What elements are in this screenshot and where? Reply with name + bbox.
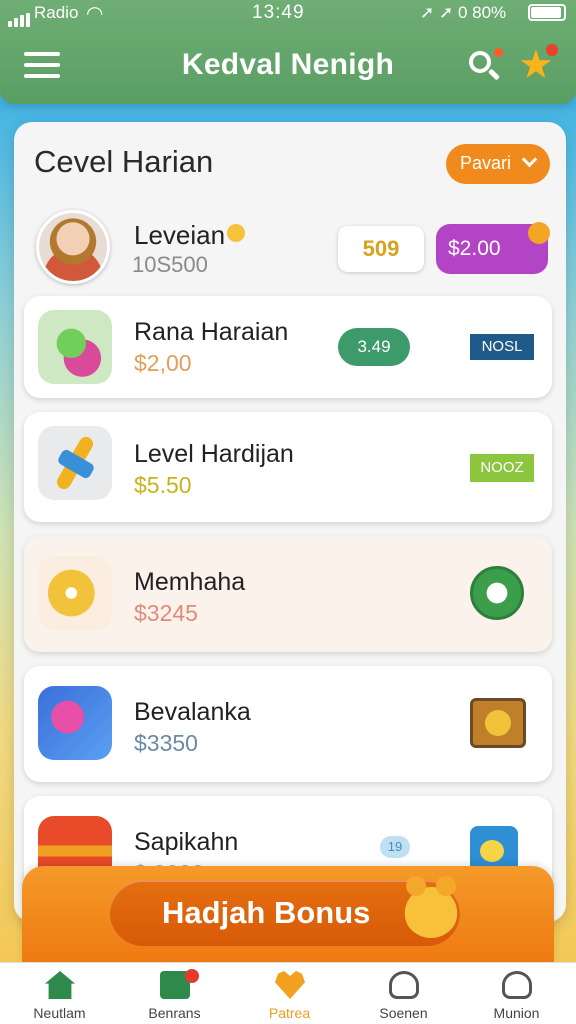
tag-chip: NOSL: [470, 334, 534, 360]
tab-home[interactable]: Neutlam: [2, 963, 117, 1024]
featured-sub: 10S500: [132, 252, 208, 277]
star-icon[interactable]: ★: [518, 44, 560, 86]
treasure-box-icon[interactable]: [470, 698, 526, 748]
search-icon[interactable]: [466, 48, 503, 84]
featured-player[interactable]: Leveian 10S500 509 $2.00: [34, 210, 550, 290]
status-bar: Radio ◠ 13:49 ➚ ➚ 0 80%: [0, 0, 576, 28]
item-title: Level Hardijan: [134, 440, 294, 468]
item-title: Memhaha: [134, 568, 246, 596]
tab-label: Patrea: [268, 1005, 311, 1021]
filter-dropdown[interactable]: Pavari: [446, 144, 550, 184]
smile-icon: [227, 224, 246, 242]
item-amount: $5.50: [134, 472, 192, 498]
chevron-down-icon: [521, 151, 538, 168]
heart-icon: [275, 971, 305, 999]
key-icon: [38, 426, 112, 500]
bear-mascot-icon: [402, 876, 460, 938]
tab-label: Munion: [493, 1005, 540, 1021]
item-title: Bevalanka: [134, 698, 251, 726]
panel-title: Cevel Harian: [34, 144, 214, 179]
dropdown-label: Pavari: [460, 153, 512, 173]
price-chip[interactable]: 3.49: [338, 328, 410, 366]
tab-favorites[interactable]: Patrea: [232, 963, 347, 1024]
profile-icon: [502, 971, 532, 999]
bonus-label: Hadjah Bonus: [162, 895, 371, 930]
level-panel: Cevel Harian Pavari Leveian 10S500 509 $…: [14, 122, 566, 922]
list-item[interactable]: Memhaha $3245: [24, 536, 552, 652]
tab-rewards[interactable]: Benrans: [117, 963, 232, 1024]
tab-label: Neutlam: [33, 1005, 86, 1021]
item-amount: $2,00: [134, 350, 192, 376]
item-title: Sapikahn: [134, 828, 239, 856]
battery-percent: 0 80%: [457, 3, 507, 22]
item-amount: $3245: [134, 600, 198, 626]
bonus-bar: Hadjah Bonus: [22, 866, 554, 962]
user-icon: [389, 971, 419, 999]
score-pill[interactable]: 509: [338, 226, 424, 272]
tab-label: Soenen: [379, 1005, 428, 1021]
coin-icon: [528, 222, 550, 244]
avatar: [36, 210, 110, 284]
count-chip[interactable]: 19: [380, 836, 410, 858]
wifi-icon: ◠: [86, 3, 104, 25]
list-item[interactable]: Level Hardijan $5.50 NOOZ: [24, 412, 552, 522]
item-amount: $3350: [134, 730, 198, 756]
carrier-label: Radio: [34, 3, 79, 22]
app-header: Radio ◠ 13:49 ➚ ➚ 0 80% Kedval Nenigh ★: [0, 0, 576, 104]
target-icon: [38, 686, 112, 760]
tab-search[interactable]: Soenen: [346, 963, 461, 1024]
clock: 13:49: [252, 2, 305, 23]
list-item[interactable]: Bevalanka $3350: [24, 666, 552, 782]
bottom-nav: Neutlam Benrans Patrea Soenen Munion: [0, 962, 576, 1024]
notification-badge: [185, 969, 199, 983]
home-icon: [45, 971, 75, 999]
featured-name: Leveian: [134, 220, 246, 251]
item-title: Rana Haraian: [134, 318, 289, 346]
puzzle-icon: [38, 556, 112, 630]
list-item[interactable]: Rana Haraian $2,00 3.49 NOSL: [24, 296, 552, 398]
signal-icon: [8, 7, 32, 27]
wheel-icon[interactable]: [470, 566, 524, 620]
battery-icon: [528, 4, 566, 21]
tag-chip: NOOZ: [470, 454, 534, 482]
tab-profile[interactable]: Munion: [459, 963, 574, 1024]
tab-label: Benrans: [148, 1005, 201, 1021]
game-thumbnail: [38, 310, 112, 384]
reward-pill[interactable]: $2.00: [436, 222, 550, 274]
status-right: ➚ ➚ 0 80%: [420, 3, 507, 22]
